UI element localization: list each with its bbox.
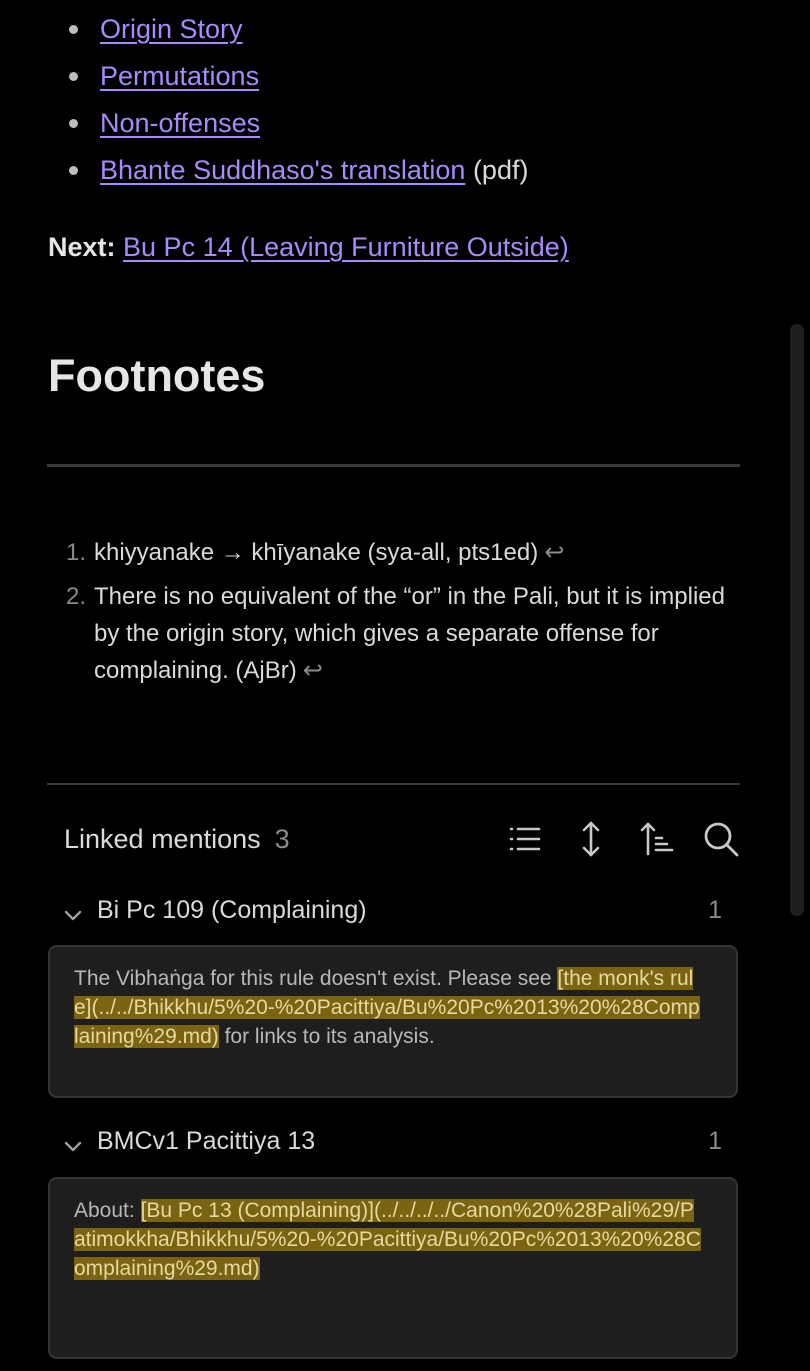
- linked-mentions-count: 3: [274, 824, 290, 854]
- excerpt-text: About:: [74, 1199, 141, 1222]
- list-icon[interactable]: [506, 820, 544, 858]
- link-list: Origin Story Permutations Non-offenses B…: [69, 8, 529, 196]
- footnotes-list: 1. khiyyanake → khīyanake (sya-all, pts1…: [66, 534, 726, 689]
- excerpt-text: for links to its analysis.: [218, 1025, 435, 1048]
- mention-excerpt: The Vibhaṅga for this rule doesn't exist…: [74, 964, 704, 1051]
- mention-group-title[interactable]: Bi Pc 109 (Complaining): [97, 890, 367, 930]
- highlighted-match[interactable]: [Bu Pc 13 (Complaining)](../../../../Can…: [74, 1199, 701, 1280]
- mention-group-header[interactable]: Bi Pc 109 (Complaining) 1: [62, 890, 722, 930]
- list-item: Origin Story: [69, 8, 528, 55]
- bullet-icon: [69, 72, 78, 81]
- footnote-text: There is no equivalent of the “or” in th…: [94, 583, 725, 684]
- chevron-down-icon[interactable]: [62, 898, 84, 921]
- footnotes-divider: [47, 464, 740, 467]
- origin-story-link[interactable]: Origin Story: [100, 14, 243, 44]
- list-item: Non-offenses: [69, 102, 528, 149]
- footnote-item: 2. There is no equivalent of the “or” in…: [66, 578, 726, 689]
- linked-mentions-header: Linked mentions 3: [64, 818, 740, 860]
- next-link[interactable]: Bu Pc 14 (Leaving Furniture Outside): [123, 232, 569, 262]
- sort-icon[interactable]: [638, 820, 676, 858]
- footnotes-heading: Footnotes: [48, 350, 266, 401]
- footnote-number: 1.: [66, 539, 87, 566]
- mention-group-count: 1: [708, 1127, 722, 1155]
- non-offenses-link[interactable]: Non-offenses: [100, 108, 260, 138]
- scrollbar[interactable]: [790, 324, 804, 916]
- linked-mentions-label: Linked mentions: [64, 824, 261, 854]
- footnote-item: 1. khiyyanake → khīyanake (sya-all, pts1…: [66, 534, 726, 578]
- mention-group-header[interactable]: BMCv1 Pacittiya 13 1: [62, 1121, 722, 1161]
- pdf-note: (pdf): [472, 155, 529, 185]
- expand-vertical-icon[interactable]: [572, 820, 610, 858]
- mention-group-title[interactable]: BMCv1 Pacittiya 13: [97, 1121, 315, 1161]
- list-item: Bhante Suddhaso's translation (pdf): [69, 149, 529, 196]
- permutations-link[interactable]: Permutations: [100, 61, 259, 91]
- bullet-icon: [69, 166, 78, 175]
- linked-mentions-toolbar: [490, 818, 740, 860]
- bullet-icon: [69, 119, 78, 128]
- list-item: Permutations: [69, 55, 528, 102]
- footnote-number: 2.: [66, 583, 87, 610]
- next-label: Next:: [48, 232, 116, 262]
- bullet-icon: [69, 25, 78, 34]
- backref-icon[interactable]: ↩: [544, 539, 564, 566]
- mention-group-count: 1: [708, 896, 722, 924]
- chevron-down-icon[interactable]: [62, 1129, 84, 1152]
- backlinks-divider: [47, 783, 740, 785]
- next-navigation: Next: Bu Pc 14 (Leaving Furniture Outsid…: [48, 226, 569, 268]
- excerpt-text: The Vibhaṅga for this rule doesn't exist…: [74, 967, 558, 990]
- mention-excerpt: About: [Bu Pc 13 (Complaining)](../../..…: [74, 1196, 704, 1283]
- footnote-text: khiyyanake → khīyanake (sya-all, pts1ed): [94, 539, 539, 566]
- translation-link[interactable]: Bhante Suddhaso's translation: [100, 155, 465, 185]
- linked-mentions-title: Linked mentions 3: [64, 818, 290, 860]
- mention-card[interactable]: About: [Bu Pc 13 (Complaining)](../../..…: [48, 1177, 738, 1359]
- mention-card[interactable]: The Vibhaṅga for this rule doesn't exist…: [48, 945, 738, 1098]
- search-icon[interactable]: [702, 820, 740, 858]
- backref-icon[interactable]: ↩: [303, 657, 323, 684]
